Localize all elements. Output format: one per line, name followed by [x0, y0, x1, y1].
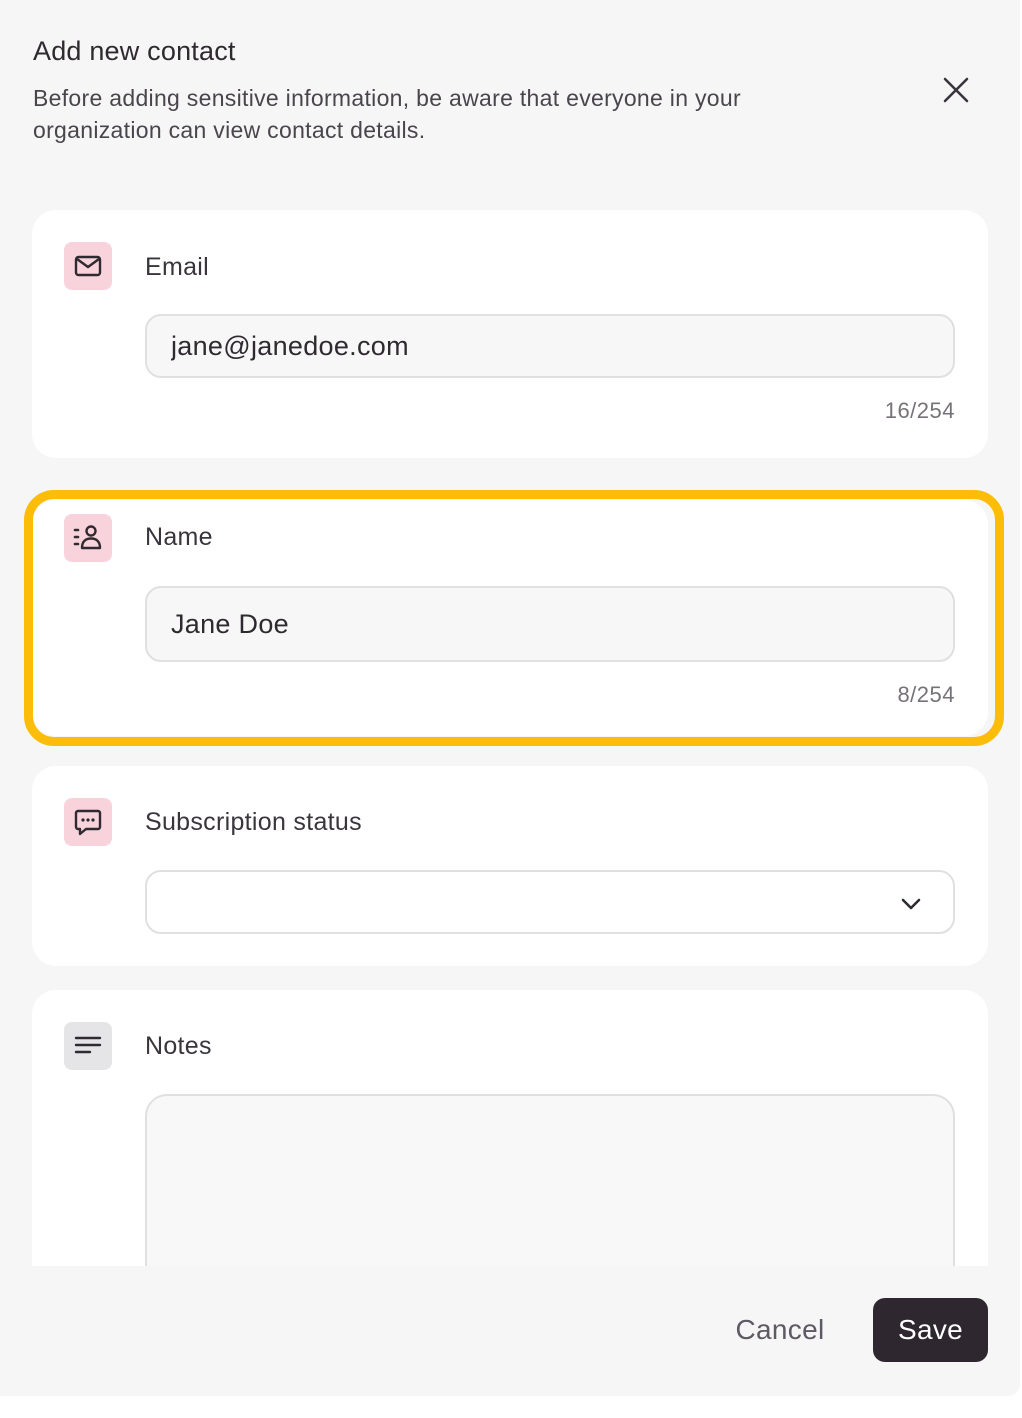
dialog-title: Add new contact: [33, 36, 236, 66]
dialog-description: Before adding sensitive information, be …: [33, 85, 741, 143]
text-lines-icon: [64, 1022, 112, 1070]
notes-textarea[interactable]: [145, 1094, 955, 1266]
dialog-footer: Cancel Save: [0, 1266, 1020, 1396]
name-card: Name 8/254: [32, 500, 988, 736]
subscription-status-label: Subscription status: [145, 808, 362, 836]
close-button[interactable]: [938, 72, 974, 108]
subscription-status-select[interactable]: [145, 870, 955, 934]
name-field[interactable]: [145, 586, 955, 662]
chat-bubble-icon: [64, 798, 112, 846]
name-char-counter: 8/254: [897, 682, 955, 707]
form-scroll-area[interactable]: Email 16/254 Name 8/254: [0, 180, 1020, 1266]
save-button[interactable]: Save: [873, 1298, 988, 1362]
add-contact-dialog: Add new contact Before adding sensitive …: [0, 0, 1020, 1396]
email-field[interactable]: [145, 314, 955, 378]
email-char-counter: 16/254: [884, 398, 955, 423]
close-icon: [943, 77, 969, 103]
envelope-icon: [64, 242, 112, 290]
contact-person-icon: [64, 514, 112, 562]
name-label: Name: [145, 523, 213, 551]
email-card: Email 16/254: [32, 210, 988, 458]
email-label: Email: [145, 253, 210, 281]
subscription-status-card: Subscription status: [32, 766, 988, 966]
chevron-down-icon: [901, 898, 921, 910]
notes-label: Notes: [145, 1032, 212, 1060]
notes-card: Notes: [32, 990, 988, 1266]
cancel-button[interactable]: Cancel: [712, 1298, 848, 1362]
